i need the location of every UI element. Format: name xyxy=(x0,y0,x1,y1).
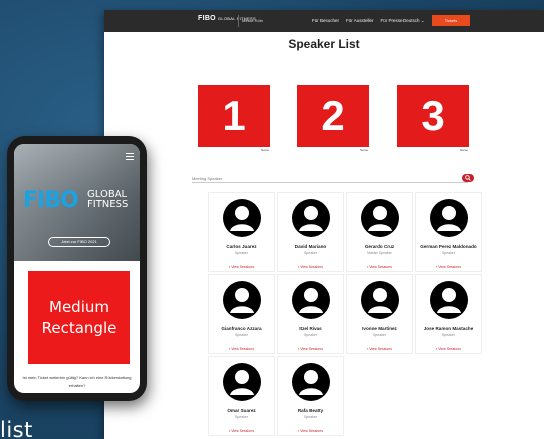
speaker-role: Speaker xyxy=(234,251,249,255)
speaker-card[interactable]: Gerardo Cruz Master Speaker ▪ View Sessi… xyxy=(346,192,413,272)
avatar-icon xyxy=(223,281,261,319)
caption-text: list xyxy=(0,418,33,439)
avatar-icon xyxy=(430,199,468,237)
sponsor-label-3: Name xyxy=(460,148,469,152)
speaker-card[interactable]: Ivonne Martinez Speaker ▪ View Sessions xyxy=(346,274,413,354)
avatar-icon xyxy=(292,281,330,319)
avatar-icon xyxy=(292,199,330,237)
view-sessions-link[interactable]: ▪ View Sessions xyxy=(347,347,412,351)
navbar-divider xyxy=(238,15,239,27)
view-sessions-link[interactable]: ▪ View Sessions xyxy=(209,429,274,433)
speaker-search-bar[interactable]: Meeting Speaker xyxy=(192,174,474,183)
view-sessions-link[interactable]: ▪ View Sessions xyxy=(209,265,274,269)
avatar-icon xyxy=(223,363,261,401)
fibo-logo: FIBO xyxy=(23,188,79,213)
view-sessions-link[interactable]: ▪ View Sessions xyxy=(278,347,343,351)
speaker-role: Speaker xyxy=(234,415,249,419)
nav-link-visitors[interactable]: Für Besucher xyxy=(312,18,339,23)
sponsor-label-2: Name xyxy=(360,148,369,152)
language-selector[interactable]: Deutsch ⌄ xyxy=(403,18,425,24)
top-navbar: FIBO GLOBAL FITNESS Messe Köln Für Besuch… xyxy=(104,10,544,32)
speaker-grid: Carlos Juarez Speaker ▪ View Sessions Da… xyxy=(208,192,482,436)
sponsor-banner-2[interactable]: 2 xyxy=(297,85,369,147)
phone-screen: FIBO GLOBAL FITNESS Jetzt zur FIBO 2021 … xyxy=(14,144,140,393)
speaker-card[interactable]: David Mariano Speaker ▪ View Sessions xyxy=(277,192,344,272)
speaker-card[interactable]: German Perez Maldonado Speaker ▪ View Se… xyxy=(415,192,482,272)
speaker-role: Speaker xyxy=(303,251,318,255)
speaker-role: Speaker xyxy=(372,333,387,337)
view-sessions-link[interactable]: ▪ View Sessions xyxy=(416,265,481,269)
faq-text[interactable]: Ist mein Ticket weiterhin gültig? Kann i… xyxy=(20,374,134,390)
location-label: Messe Köln xyxy=(242,18,263,23)
speaker-name: Ivonne Martinez xyxy=(362,326,397,331)
speaker-role: Speaker xyxy=(234,333,249,337)
speaker-name: Carlos Juarez xyxy=(226,244,257,249)
speaker-role: Speaker xyxy=(303,415,318,419)
tickets-button[interactable]: Tickets xyxy=(432,15,470,26)
speaker-name: Itzel Rivas xyxy=(299,326,322,331)
avatar-icon xyxy=(361,199,399,237)
avatar-icon xyxy=(430,281,468,319)
view-sessions-link[interactable]: ▪ View Sessions xyxy=(278,429,343,433)
speaker-role: Speaker xyxy=(441,333,456,337)
speaker-card[interactable]: Rafa Beatty Speaker ▪ View Sessions xyxy=(277,356,344,436)
avatar-icon xyxy=(361,281,399,319)
speaker-name: Gianfranco Azzara xyxy=(221,326,262,331)
speaker-name: Rafa Beatty xyxy=(297,408,324,413)
nav-link-press[interactable]: Für Presse xyxy=(381,18,403,23)
speaker-role: Speaker xyxy=(303,333,318,337)
view-sessions-link[interactable]: ▪ View Sessions xyxy=(416,347,481,351)
hamburger-menu-icon[interactable] xyxy=(126,153,134,161)
fibo-logo-subtitle: GLOBAL FITNESS xyxy=(87,189,129,210)
speaker-name: Omar Suarez xyxy=(227,408,256,413)
speaker-name: David Mariano xyxy=(294,244,327,249)
speaker-card[interactable]: Omar Suarez Speaker ▪ View Sessions xyxy=(208,356,275,436)
sponsor-label-1: Name xyxy=(261,148,270,152)
view-sessions-link[interactable]: ▪ View Sessions xyxy=(209,347,274,351)
speaker-role: Speaker xyxy=(441,251,456,255)
speaker-name: Gerardo Cruz xyxy=(364,244,395,249)
medium-rectangle-ad[interactable]: Medium Rectangle xyxy=(28,271,130,364)
sponsor-banner-3[interactable]: 3 xyxy=(397,85,469,147)
view-sessions-link[interactable]: ▪ View Sessions xyxy=(278,265,343,269)
view-sessions-link[interactable]: ▪ View Sessions xyxy=(347,265,412,269)
nav-link-exhibitors[interactable]: Für Aussteller xyxy=(346,18,374,23)
sponsor-banner-1[interactable]: 1 xyxy=(198,85,270,147)
search-input[interactable]: Meeting Speaker xyxy=(192,176,222,181)
phone-mockup: FIBO GLOBAL FITNESS Jetzt zur FIBO 2021 … xyxy=(7,136,147,401)
speaker-card[interactable]: Carlos Juarez Speaker ▪ View Sessions xyxy=(208,192,275,272)
speaker-role: Master Speaker xyxy=(367,251,392,255)
search-button[interactable] xyxy=(462,174,474,182)
speaker-card[interactable]: Itzel Rivas Speaker ▪ View Sessions xyxy=(277,274,344,354)
nav-links: Für Besucher Für Aussteller Für Presse xyxy=(312,18,403,23)
speaker-name: German Perez Maldonado xyxy=(420,244,477,249)
speaker-name: Jose Ramon Mastache xyxy=(423,326,474,331)
page-title: Speaker List xyxy=(288,37,360,51)
speaker-card[interactable]: Gianfranco Azzara Speaker ▪ View Session… xyxy=(208,274,275,354)
avatar-icon xyxy=(223,199,261,237)
speaker-card[interactable]: Jose Ramon Mastache Speaker ▪ View Sessi… xyxy=(415,274,482,354)
avatar-icon xyxy=(292,363,330,401)
hero-cta-button[interactable]: Jetzt zur FIBO 2021 xyxy=(48,237,110,247)
search-icon xyxy=(465,175,471,181)
